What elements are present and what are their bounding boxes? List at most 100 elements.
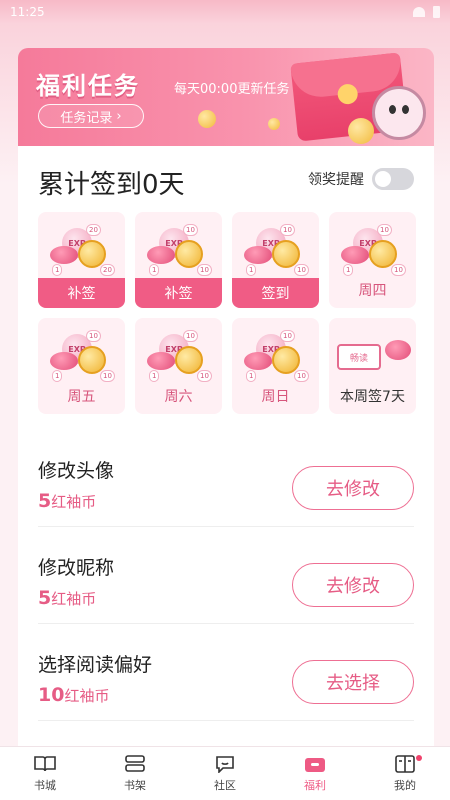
banner-subtitle: 每天00:00更新任务 xyxy=(174,82,290,97)
reward-count-big: 10 xyxy=(377,224,392,236)
reward-reminder-label: 领奖提醒 xyxy=(308,172,364,188)
status-time: 11:25 xyxy=(10,5,45,19)
reading-ticket-icon: 畅读 xyxy=(337,344,381,370)
task-action-button[interactable]: 去修改 xyxy=(292,563,414,607)
gem-icon xyxy=(50,246,78,264)
reward-reminder-toggle[interactable] xyxy=(372,168,414,190)
signin-day-cell[interactable]: EXP 10 1 10 周六 xyxy=(135,318,222,414)
reward-bundle-icon: EXP 10 1 10 xyxy=(244,222,309,276)
banner-title: 福利任务 xyxy=(36,72,140,100)
tab-4[interactable]: 我的 xyxy=(360,747,450,800)
reward-reminder: 领奖提醒 xyxy=(308,168,414,190)
reward-count-big: 20 xyxy=(86,224,101,236)
signin-day-label: 补签 xyxy=(38,278,125,308)
signin-day-cell[interactable]: EXP 10 1 10 补签 xyxy=(135,212,222,308)
task-record-button[interactable]: 任务记录 › xyxy=(38,104,144,128)
signin-day-label: 周六 xyxy=(164,389,193,405)
gift-box-icon xyxy=(304,755,326,773)
coin-icon xyxy=(175,240,203,268)
gem-icon xyxy=(385,340,411,360)
coin-decoration-icon xyxy=(198,110,216,128)
reward-count-big: 10 xyxy=(183,330,198,342)
signin-day-label: 周五 xyxy=(67,389,96,405)
status-bar: 11:25 xyxy=(0,0,450,24)
reward-count-big: 10 xyxy=(183,224,198,236)
tab-label: 我的 xyxy=(394,778,416,792)
gem-icon xyxy=(147,246,175,264)
task-record-label: 任务记录 xyxy=(60,110,113,126)
task-row: 修改昵称 5红袖币 去修改 xyxy=(38,527,414,624)
reward-bundle-icon: EXP 10 1 10 xyxy=(244,328,309,382)
profile-book-icon xyxy=(394,754,416,773)
coin-decoration-icon xyxy=(268,118,280,130)
gem-icon xyxy=(341,246,369,264)
task-reward: 5红袖币 xyxy=(38,587,96,609)
reward-count-small: 1 xyxy=(52,264,63,276)
welfare-banner: 福利任务 每天00:00更新任务 任务记录 › xyxy=(18,48,434,146)
welfare-card: 累计签到0天 领奖提醒 EXP 20 1 20 补签 EXP 10 1 10 补… xyxy=(18,146,434,800)
reward-bundle-icon: EXP 10 1 10 xyxy=(50,328,115,382)
coin-icon xyxy=(78,240,106,268)
task-name: 修改昵称 xyxy=(38,557,115,579)
tab-label: 书城 xyxy=(34,778,56,792)
tab-2[interactable]: 社区 xyxy=(180,747,270,800)
reward-count-small: 1 xyxy=(149,264,160,276)
open-book-icon xyxy=(34,755,56,773)
task-list: 修改头像 5红袖币 去修改 修改昵称 5红袖币 去修改 选择阅读偏好 10红袖币… xyxy=(38,430,414,721)
task-name: 选择阅读偏好 xyxy=(38,654,153,676)
task-reward-unit: 红袖币 xyxy=(64,687,110,705)
tab-label: 书架 xyxy=(124,778,146,792)
signin-day-label: 补签 xyxy=(135,278,222,308)
week-bonus-label: 本周签7天 xyxy=(340,389,405,405)
tab-label: 福利 xyxy=(304,778,326,792)
signin-day-cell[interactable]: EXP 10 1 10 周四 xyxy=(329,212,416,308)
reward-count-small: 1 xyxy=(246,264,257,276)
task-action-button[interactable]: 去修改 xyxy=(292,466,414,510)
reward-bundle-icon: EXP 20 1 20 xyxy=(50,222,115,276)
coin-icon xyxy=(272,240,300,268)
tab-0[interactable]: 书城 xyxy=(0,747,90,800)
tab-3[interactable]: 福利 xyxy=(270,747,360,800)
task-reward: 5红袖币 xyxy=(38,490,96,512)
coin-icon xyxy=(175,346,203,374)
chat-bubble-icon xyxy=(214,755,236,774)
signin-day-label: 周日 xyxy=(261,389,290,405)
task-reward-amount: 5 xyxy=(38,490,52,512)
task-reward: 10红袖币 xyxy=(38,684,109,706)
reward-bundle-icon: EXP 10 1 10 xyxy=(147,222,212,276)
reward-count-big: 10 xyxy=(280,224,295,236)
task-action-button[interactable]: 去选择 xyxy=(292,660,414,704)
penguin-mascot-icon xyxy=(372,86,426,140)
chevron-right-icon: › xyxy=(116,108,122,124)
task-row: 修改头像 5红袖币 去修改 xyxy=(38,430,414,527)
coin-icon xyxy=(272,346,300,374)
gem-icon xyxy=(50,352,78,370)
task-reward-unit: 红袖币 xyxy=(51,590,97,608)
reward-count-big: 10 xyxy=(280,330,295,342)
signin-day-cell[interactable]: EXP 10 1 10 周五 xyxy=(38,318,125,414)
task-row: 选择阅读偏好 10红袖币 去选择 xyxy=(38,624,414,721)
signin-day-cell[interactable]: EXP 10 1 10 签到 xyxy=(232,212,319,308)
reward-bundle-icon: EXP 10 1 10 xyxy=(341,222,406,276)
bookshelf-icon xyxy=(124,754,146,773)
signin-day-label: 周四 xyxy=(358,283,387,299)
bottom-tab-bar: 书城 书架 社区 福利 我的 xyxy=(0,746,450,800)
task-reward-amount: 5 xyxy=(38,587,52,609)
reward-bundle-icon: EXP 10 1 10 xyxy=(147,328,212,382)
battery-icon xyxy=(433,6,440,18)
week-bonus-cell[interactable]: 畅读 本周签7天 xyxy=(329,318,416,414)
gem-icon xyxy=(244,352,272,370)
reward-count-big: 10 xyxy=(86,330,101,342)
wifi-icon xyxy=(413,7,425,17)
coin-icon xyxy=(369,240,397,268)
signin-day-label: 签到 xyxy=(232,278,319,308)
gem-icon xyxy=(244,246,272,264)
signin-day-cell[interactable]: EXP 10 1 10 周日 xyxy=(232,318,319,414)
task-name: 修改头像 xyxy=(38,460,115,482)
tab-1[interactable]: 书架 xyxy=(90,747,180,800)
signin-day-cell[interactable]: EXP 20 1 20 补签 xyxy=(38,212,125,308)
tab-label: 社区 xyxy=(214,778,236,792)
coin-icon xyxy=(348,118,374,144)
task-reward-unit: 红袖币 xyxy=(51,493,97,511)
gem-icon xyxy=(147,352,175,370)
